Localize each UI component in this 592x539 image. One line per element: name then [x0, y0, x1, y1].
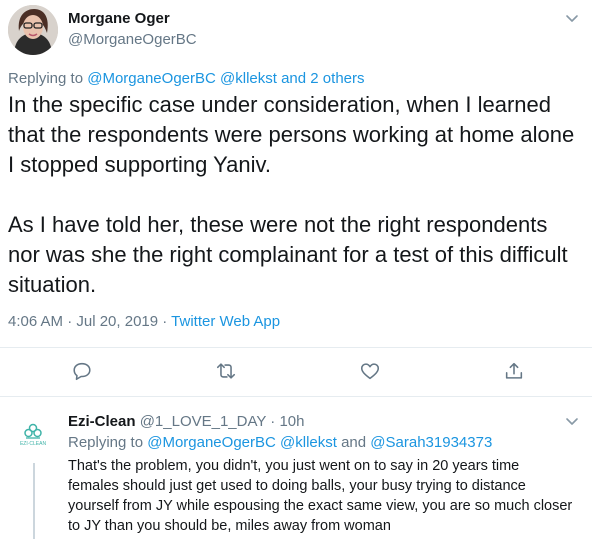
like-icon[interactable]	[359, 360, 381, 382]
reply-header: Ezi-Clean @1_LOVE_1_DAY · 10h	[68, 413, 304, 430]
replying-and: and	[276, 70, 311, 87]
replying-and: and	[336, 434, 371, 451]
reply-author-avatar[interactable]: EZI·CLEAN	[10, 412, 56, 458]
share-icon[interactable]	[503, 360, 525, 382]
chevron-down-icon[interactable]	[564, 413, 580, 429]
replying-to-line: Replying to @MorganeOgerBC @kllekst and …	[8, 70, 365, 87]
reply-icon[interactable]	[71, 360, 93, 382]
reply-text: That's the problem, you didn't, you just…	[68, 458, 573, 534]
divider	[0, 396, 592, 397]
author-handle[interactable]: @MorganeOgerBC	[68, 31, 197, 48]
author-name[interactable]: Morgane Oger	[68, 10, 170, 27]
tweet-source[interactable]: Twitter Web App	[171, 313, 280, 330]
tweet-meta: 4:06 AM · Jul 20, 2019 · Twitter Web App	[8, 313, 280, 330]
mention-link[interactable]: @kllekst	[276, 434, 337, 451]
meta-separator: ·	[158, 313, 172, 330]
others-link[interactable]: 2 others	[310, 70, 364, 87]
avatar-logo-text: EZI·CLEAN	[20, 441, 47, 447]
tweet-timestamp[interactable]: 4:06 AM · Jul 20, 2019	[8, 313, 158, 330]
replying-prefix: Replying to	[68, 434, 148, 451]
tweet-paragraph: In the specific case under consideration…	[8, 92, 575, 177]
mention-link[interactable]: @MorganeOgerBC	[147, 434, 276, 451]
mention-link[interactable]: @MorganeOgerBC	[87, 70, 216, 87]
tweet-paragraph: As I have told her, these were not the r…	[8, 212, 568, 297]
divider	[0, 347, 592, 348]
mention-link[interactable]: @Sarah31934373	[370, 434, 492, 451]
tweet-text: In the specific case under consideration…	[8, 90, 583, 300]
thread-line	[33, 463, 35, 539]
chevron-down-icon[interactable]	[564, 10, 580, 26]
replying-prefix: Replying to	[8, 70, 88, 87]
mention-link[interactable]: @kllekst	[216, 70, 277, 87]
author-avatar[interactable]	[8, 5, 58, 55]
retweet-icon[interactable]	[215, 360, 237, 382]
reply-time[interactable]: · 10h	[266, 413, 304, 430]
reply-author-name[interactable]: Ezi-Clean	[68, 413, 136, 430]
reply-replying-to-line: Replying to @MorganeOgerBC @kllekst and …	[68, 434, 492, 451]
reply-author-handle[interactable]: @1_LOVE_1_DAY	[140, 413, 266, 430]
